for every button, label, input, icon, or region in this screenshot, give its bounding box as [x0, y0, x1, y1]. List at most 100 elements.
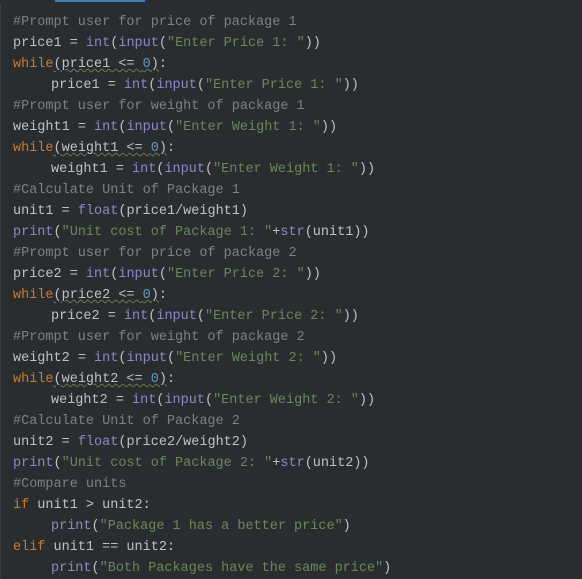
variable: price1 [13, 36, 62, 51]
keyword: while [13, 141, 54, 156]
paren: ) [151, 57, 159, 72]
keyword: while [13, 372, 54, 387]
code-line: unit1 = float(price1/weight1) [13, 201, 582, 222]
variable: unit1 [313, 225, 354, 240]
code-line: #Prompt user for price of package 1 [13, 12, 582, 33]
code-line: weight1 = int(input("Enter Weight 1: ")) [13, 159, 582, 180]
paren: )) [343, 309, 359, 324]
builtin: int [86, 36, 110, 51]
paren: ( [54, 225, 62, 240]
code-line: while(price2 <= 0): [13, 285, 582, 306]
operator: = [62, 267, 86, 282]
builtin: input [118, 267, 159, 282]
operator: / [175, 435, 183, 450]
code-line: while(price1 <= 0): [13, 54, 582, 75]
paren: ) [159, 141, 167, 156]
variable: unit2 [13, 435, 54, 450]
code-line: elif unit1 == unit2: [13, 537, 582, 558]
builtin: str [280, 225, 304, 240]
paren: ( [197, 309, 205, 324]
builtin: print [13, 456, 54, 471]
tab-strip [0, 0, 582, 4]
number: 0 [151, 141, 159, 156]
expression: unit1 > unit2: [29, 498, 151, 513]
paren: ) [151, 288, 159, 303]
colon: : [167, 141, 175, 156]
string: "Package 1 has a better price" [100, 519, 343, 534]
colon: : [167, 372, 175, 387]
variable: weight2 [51, 393, 108, 408]
paren: ( [159, 267, 167, 282]
code-line: #Prompt user for weight of package 1 [13, 96, 582, 117]
paren: ( [54, 141, 62, 156]
code-line: weight2 = int(input("Enter Weight 2: ")) [13, 390, 582, 411]
paren: ( [54, 57, 62, 72]
code-line: print("Unit cost of Package 1: "+str(uni… [13, 222, 582, 243]
paren: ( [92, 519, 100, 534]
code-line: while(weight2 <= 0): [13, 369, 582, 390]
paren: ( [305, 456, 313, 471]
code-line: #Prompt user for price of package 2 [13, 243, 582, 264]
number: 0 [143, 288, 151, 303]
builtin: float [78, 204, 119, 219]
code-line: #Calculate Unit of Package 2 [13, 411, 582, 432]
variable: weight1 [13, 120, 70, 135]
variable: price1 [51, 78, 100, 93]
code-line: price2 = int(input("Enter Price 2: ")) [13, 306, 582, 327]
string: "Enter Weight 2: " [213, 393, 359, 408]
comment: #Prompt user for price of package 1 [13, 15, 297, 30]
string: "Enter Weight 1: " [213, 162, 359, 177]
keyword: while [13, 57, 54, 72]
paren: )) [321, 120, 337, 135]
paren: ( [205, 393, 213, 408]
variable: weight2 [13, 351, 70, 366]
builtin: float [78, 435, 119, 450]
builtin: print [13, 225, 54, 240]
expression: price2 <= [62, 288, 143, 303]
paren: ( [54, 456, 62, 471]
operator: = [108, 393, 132, 408]
code-line: while(weight1 <= 0): [13, 138, 582, 159]
paren: )) [359, 162, 375, 177]
code-line: price1 = int(input("Enter Price 1: ")) [13, 75, 582, 96]
paren: ( [167, 351, 175, 366]
variable: weight1 [183, 204, 240, 219]
operator: / [175, 204, 183, 219]
code-line: #Compare units [13, 474, 582, 495]
builtin: int [132, 393, 156, 408]
builtin: input [118, 36, 159, 51]
builtin: input [164, 393, 205, 408]
paren: ( [54, 288, 62, 303]
operator: = [108, 162, 132, 177]
variable: price1 [126, 204, 175, 219]
string: "Enter Price 2: " [205, 309, 343, 324]
paren: ( [197, 78, 205, 93]
comment: #Prompt user for price of package 2 [13, 246, 297, 261]
paren: )) [305, 36, 321, 51]
number: 0 [151, 372, 159, 387]
comment: #Calculate Unit of Package 1 [13, 183, 240, 198]
operator: = [54, 435, 78, 450]
builtin: int [86, 267, 110, 282]
variable: price2 [51, 309, 100, 324]
builtin: int [132, 162, 156, 177]
paren: )) [353, 456, 369, 471]
operator: = [54, 204, 78, 219]
builtin: str [280, 456, 304, 471]
code-editor[interactable]: #Prompt user for price of package 1 pric… [0, 4, 582, 579]
builtin: int [94, 120, 118, 135]
variable: weight1 [51, 162, 108, 177]
code-line: print("Both Packages have the same price… [13, 558, 582, 579]
code-line: weight1 = int(input("Enter Weight 1: ")) [13, 117, 582, 138]
operator: = [70, 120, 94, 135]
paren: )) [343, 78, 359, 93]
code-line: print("Package 1 has a better price") [13, 516, 582, 537]
builtin: input [126, 120, 167, 135]
builtin: input [164, 162, 205, 177]
code-line: #Calculate Unit of Package 1 [13, 180, 582, 201]
keyword: elif [13, 540, 45, 555]
builtin: int [124, 309, 148, 324]
string: "Enter Weight 1: " [175, 120, 321, 135]
builtin: print [51, 519, 92, 534]
colon: : [159, 57, 167, 72]
